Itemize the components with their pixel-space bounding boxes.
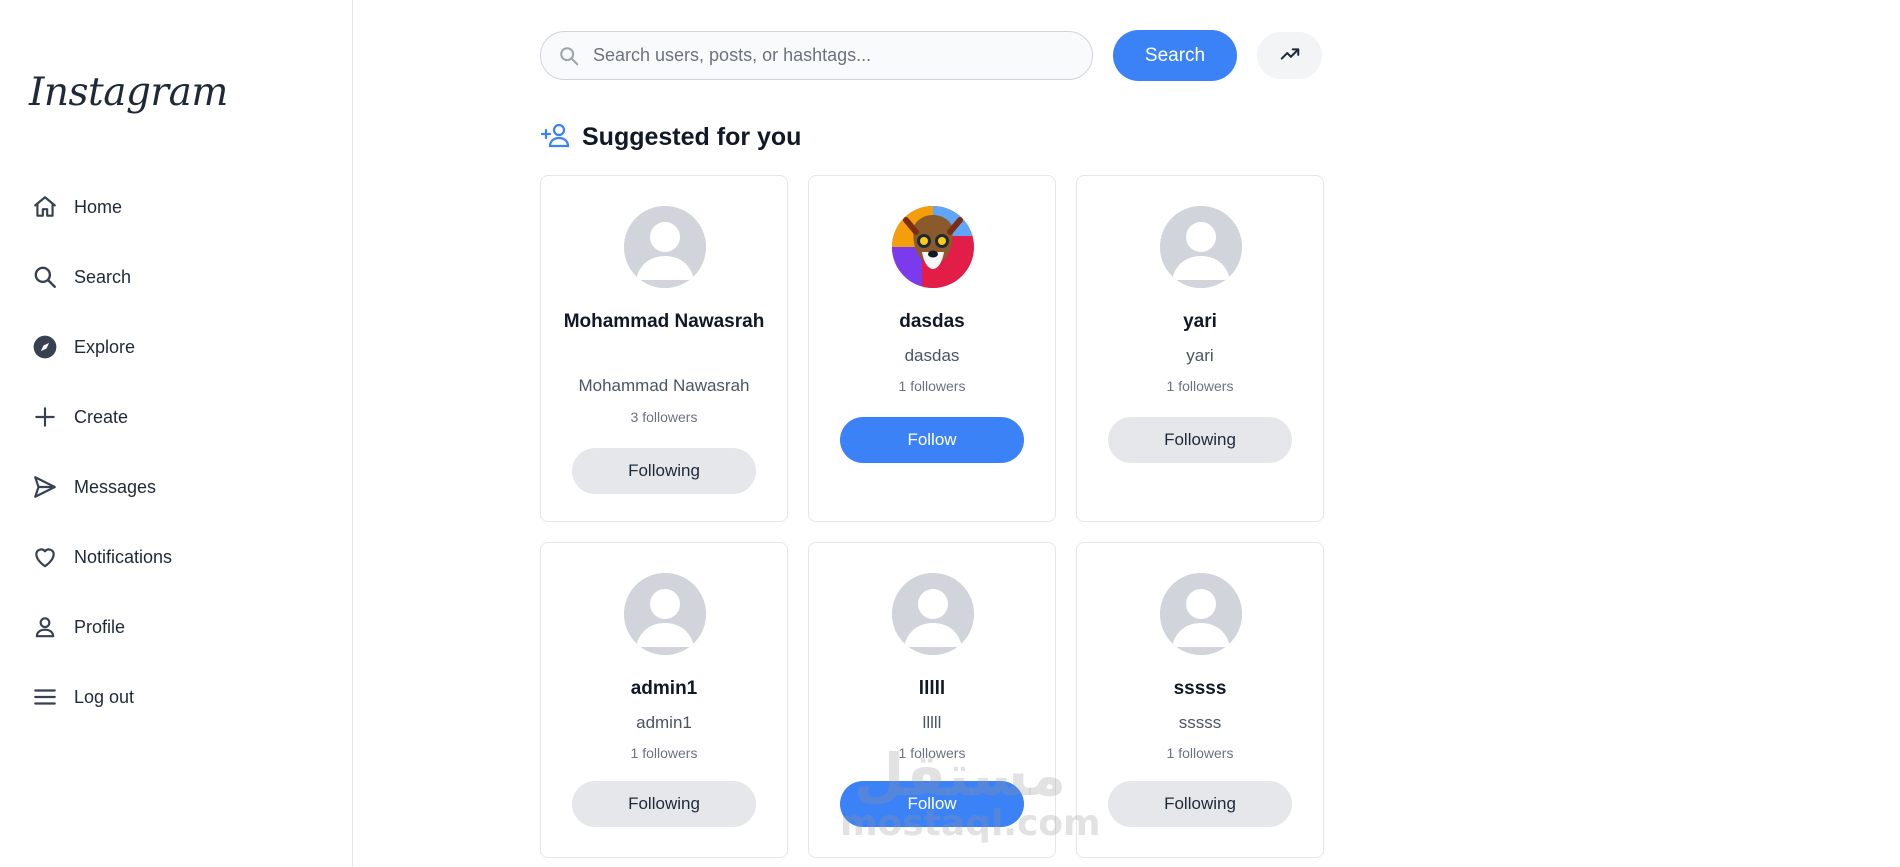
sidebar-item-label: Explore — [74, 336, 136, 357]
sidebar-item-create[interactable]: Create — [0, 382, 353, 452]
sidebar-item-logout[interactable]: Log out — [0, 662, 353, 732]
username[interactable]: dasdas — [819, 306, 1045, 337]
user-plus-icon — [540, 122, 572, 153]
sidebar-item-search[interactable]: Search — [0, 242, 353, 312]
suggestion-card: sssss sssss 1 followers Following — [1076, 542, 1324, 858]
default-avatar-icon — [624, 573, 706, 655]
full-name: sssss — [1178, 713, 1222, 732]
follow-button[interactable]: Follow — [840, 781, 1024, 827]
search-icon — [558, 45, 580, 67]
full-name: admin1 — [636, 713, 692, 732]
sidebar-item-label: Messages — [74, 476, 157, 497]
sidebar-nav: Home Search Explore Create Messages Noti… — [0, 172, 353, 732]
instagram-logo[interactable]: Instagram — [29, 70, 228, 115]
search-field[interactable] — [540, 31, 1093, 80]
dog-avatar-icon — [892, 206, 974, 288]
sidebar-item-label: Log out — [74, 686, 135, 707]
avatar[interactable] — [624, 573, 706, 655]
full-name: dasdas — [904, 346, 960, 365]
default-avatar-icon — [1160, 573, 1242, 655]
sidebar-item-messages[interactable]: Messages — [0, 452, 353, 522]
avatar[interactable] — [892, 573, 974, 655]
search-icon — [31, 263, 59, 291]
suggestion-card: admin1 admin1 1 followers Following — [540, 542, 788, 858]
followers-count: 1 followers — [898, 745, 966, 761]
avatar[interactable] — [1160, 206, 1242, 288]
username[interactable]: Mohammad Nawasrah — [551, 306, 777, 337]
trending-button[interactable] — [1257, 32, 1322, 79]
plus-icon — [31, 403, 59, 431]
sidebar-item-label: Profile — [74, 616, 126, 637]
sidebar-item-home[interactable]: Home — [0, 172, 353, 242]
sidebar-item-label: Notifications — [74, 546, 173, 567]
username[interactable]: yari — [1087, 306, 1313, 337]
user-icon — [31, 613, 59, 641]
suggestion-card: Mohammad Nawasrah Mohammad Nawasrah 3 fo… — [540, 175, 788, 522]
followers-count: 1 followers — [1166, 745, 1234, 761]
followers-count: 3 followers — [630, 409, 698, 425]
default-avatar-icon — [892, 573, 974, 655]
following-button[interactable]: Following — [572, 448, 756, 494]
sidebar-item-label: Search — [74, 266, 132, 287]
send-icon — [31, 473, 59, 501]
sidebar-item-notifications[interactable]: Notifications — [0, 522, 353, 592]
home-icon — [31, 193, 59, 221]
suggestion-card: yari yari 1 followers Following — [1076, 175, 1324, 522]
sidebar-item-label: Create — [74, 406, 129, 427]
following-button[interactable]: Following — [572, 781, 756, 827]
followers-count: 1 followers — [630, 745, 698, 761]
section-header: Suggested for you — [540, 122, 802, 153]
sidebar-item-profile[interactable]: Profile — [0, 592, 353, 662]
username[interactable]: lllll — [819, 673, 1045, 704]
username[interactable]: admin1 — [551, 673, 777, 704]
trending-up-icon — [1279, 43, 1301, 68]
full-name: lllll — [922, 713, 942, 732]
menu-icon — [31, 683, 59, 711]
followers-count: 1 followers — [1166, 378, 1234, 394]
username[interactable]: sssss — [1087, 673, 1313, 704]
follow-button[interactable]: Follow — [840, 417, 1024, 463]
search-input[interactable] — [541, 32, 1092, 79]
avatar[interactable] — [1160, 573, 1242, 655]
search-button[interactable]: Search — [1113, 30, 1237, 81]
heart-icon — [31, 543, 59, 571]
default-avatar-icon — [624, 206, 706, 288]
following-button[interactable]: Following — [1108, 781, 1292, 827]
full-name: Mohammad Nawasrah — [578, 376, 750, 395]
avatar[interactable] — [892, 206, 974, 288]
section-title: Suggested for you — [582, 123, 802, 151]
compass-icon — [31, 333, 59, 361]
suggestion-card: lllll lllll 1 followers Follow — [808, 542, 1056, 858]
followers-count: 1 followers — [898, 378, 966, 394]
sidebar-item-explore[interactable]: Explore — [0, 312, 353, 382]
sidebar-item-label: Home — [74, 196, 123, 217]
suggestion-card: dasdas dasdas 1 followers Follow — [808, 175, 1056, 522]
full-name: yari — [1186, 346, 1214, 365]
search-bar: Search — [540, 30, 1322, 81]
default-avatar-icon — [1160, 206, 1242, 288]
following-button[interactable]: Following — [1108, 417, 1292, 463]
avatar[interactable] — [624, 206, 706, 288]
sidebar: Instagram Home Search Explore Create Mes… — [0, 0, 353, 867]
